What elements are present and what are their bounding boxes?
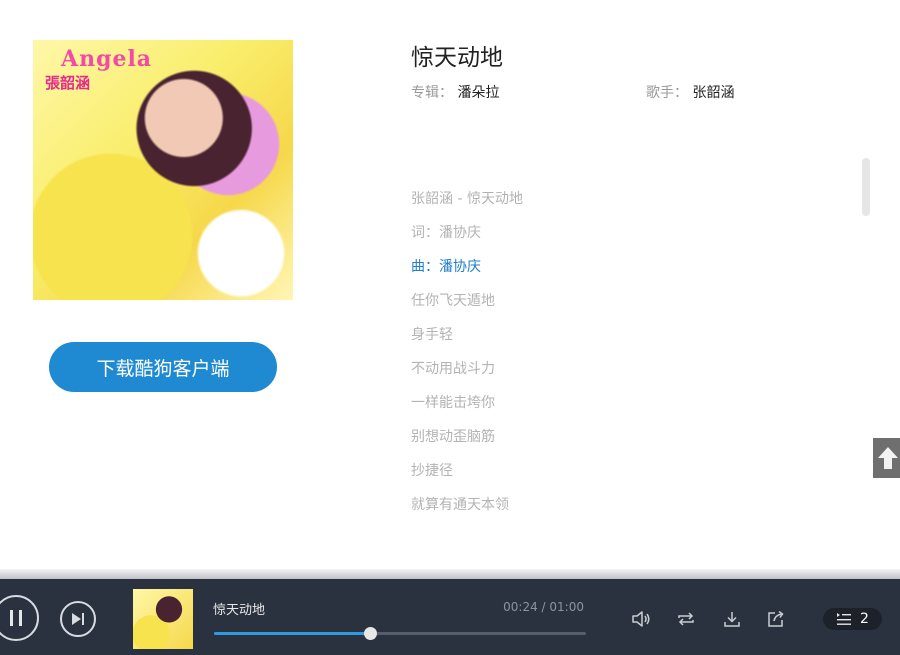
lyrics-panel: 张韶涵 - 惊天动地 词：潘协庆 曲：潘协庆 任你飞天遁地 身手轻 不动用战斗力…: [411, 189, 851, 529]
next-track-button[interactable]: [60, 601, 96, 637]
lyric-line: 任你飞天遁地: [411, 293, 495, 309]
share-button[interactable]: [765, 608, 787, 630]
player-divider: [0, 569, 900, 579]
progress-handle[interactable]: [364, 627, 378, 640]
repeat-mode-button[interactable]: [675, 608, 697, 630]
singer-name[interactable]: 张韶涵: [692, 85, 734, 101]
lyric-line: 曲：潘协庆: [411, 259, 481, 275]
lyric-line: 不动用战斗力: [411, 361, 495, 377]
player-bar: 惊天动地 00:24 / 01:00 2: [0, 579, 900, 655]
lyric-line: 词：潘协庆: [411, 225, 481, 241]
now-playing-title: 惊天动地: [213, 603, 266, 618]
song-title: 惊天动地: [411, 45, 503, 71]
lyrics-scrollbar[interactable]: [862, 158, 870, 216]
progress-fill: [214, 632, 371, 635]
pause-button[interactable]: [0, 595, 39, 641]
playlist-icon: [837, 613, 852, 625]
playback-time: 00:24 / 01:00: [503, 600, 584, 614]
back-to-top-button[interactable]: [873, 438, 900, 478]
volume-icon: [632, 611, 650, 627]
album-name[interactable]: 潘朵拉: [457, 85, 499, 101]
volume-button[interactable]: [630, 608, 652, 630]
arrow-up-icon: [878, 447, 898, 469]
lyric-line: 张韶涵 - 惊天动地: [411, 191, 523, 207]
album-label: 专辑：: [411, 85, 453, 101]
singer-info: 歌手： 张韶涵: [646, 82, 734, 102]
cover-artist-cn: 張韶涵: [45, 74, 91, 92]
download-icon: [724, 612, 740, 627]
playlist-count: 2: [860, 611, 869, 627]
singer-label: 歌手：: [646, 85, 688, 101]
pause-icon: [10, 610, 22, 626]
lyric-line: 就算有通天本领: [411, 497, 509, 513]
download-client-button[interactable]: 下载酷狗客户端: [49, 342, 277, 392]
now-playing-cover[interactable]: [133, 589, 193, 649]
share-icon: [768, 610, 784, 627]
lyric-line: 身手轻: [411, 327, 453, 343]
playlist-button[interactable]: 2: [823, 608, 882, 630]
lyric-line: 一样能击垮你: [411, 395, 495, 411]
cover-artist-en: Angela: [61, 46, 153, 72]
album-info: 专辑： 潘朵拉: [411, 82, 499, 102]
lyric-line: 抄捷径: [411, 463, 453, 479]
lyric-line: 别想动歪脑筋: [411, 429, 495, 445]
download-song-button[interactable]: [721, 608, 743, 630]
repeat-icon: [678, 612, 694, 626]
skip-next-icon: [72, 613, 84, 625]
album-cover: Angela 張韶涵: [33, 40, 293, 300]
progress-bar[interactable]: [214, 627, 586, 640]
